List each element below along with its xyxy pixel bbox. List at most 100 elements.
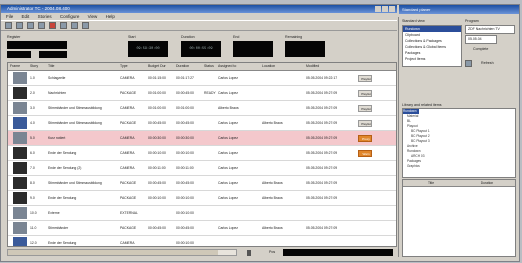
program-select[interactable]: ZDF Nachrichten TV	[465, 25, 515, 34]
status-badge[interactable]: Playlist	[358, 89, 372, 97]
col-b[interactable]	[356, 63, 376, 70]
cell-type: CAMERA	[120, 136, 135, 140]
cell-budget: 00:01:15:00	[148, 76, 166, 80]
thumbnail-image	[13, 87, 27, 99]
cell-modified: 05.05.2004 09:27:09	[306, 121, 338, 125]
date-field[interactable]: 05.05.04	[465, 35, 497, 44]
cell-type: CAMERA	[120, 76, 135, 80]
pause-icon[interactable]	[247, 250, 251, 256]
new-icon[interactable]	[5, 22, 12, 29]
col-modified[interactable]: Modified	[304, 63, 348, 70]
start-label: Start	[128, 35, 136, 39]
status-badge[interactable]: Playlist	[358, 119, 372, 127]
table-row[interactable]: 8.0 Stimmbänder und Stimmausbildung PACKAG…	[8, 176, 396, 191]
tree-label: Library and related items	[402, 103, 442, 107]
cell-location: Alberto Brava	[262, 196, 283, 200]
delete-icon[interactable]	[49, 22, 56, 29]
col-title[interactable]: Title	[403, 180, 459, 186]
cell-modified: 05.05.2004 09:27:09	[306, 151, 338, 155]
refresh-icon[interactable]	[60, 22, 67, 29]
status-badge[interactable]: Playlist	[358, 74, 372, 82]
cell-title: Stimmbänder und Stimmausbildung	[48, 106, 102, 110]
status-bar: Pos	[7, 248, 395, 258]
position-display	[283, 249, 393, 256]
cell-type: CAMERA	[120, 166, 135, 170]
table-row[interactable]: 4.0 Stimmbänder und Stimmausbildung PACKAG…	[8, 116, 396, 131]
menu-stories[interactable]: Stories	[38, 14, 52, 19]
view-list: Rundown Clipboard Collections & Packages…	[402, 25, 462, 67]
col-budget[interactable]: Budget Dur	[146, 63, 174, 70]
cell-budget: 00:00:11:00	[148, 166, 166, 170]
cell-budget: 00:00:10:00	[148, 151, 166, 155]
cell-duration: 00:00:10:00	[176, 196, 194, 200]
grid-body: 1.0 Schlagzeile CAMERA 00:01:15:00 00:01:17:…	[8, 71, 396, 246]
refresh-icon[interactable]	[465, 60, 472, 67]
status-badge[interactable]: Proxy	[358, 134, 372, 142]
col-a[interactable]	[348, 63, 356, 70]
menu-file[interactable]: File	[6, 14, 13, 19]
table-row[interactable]: 3.0 Stimmbänder und Stimmausbildung CAMERA…	[8, 101, 396, 116]
print-icon[interactable]	[38, 22, 45, 29]
cell-location: Alberto Brava	[262, 181, 283, 185]
cell-type: EXTERNAL	[120, 211, 138, 215]
settings-icon[interactable]	[71, 22, 78, 29]
table-row[interactable]: 5.0 Kurz notiert CAMERA 00:00:30:00 00:00:30…	[8, 131, 396, 146]
col-duration[interactable]: Duration	[459, 180, 515, 186]
window-title: Administrator TC - 2004.08.400	[7, 6, 70, 11]
table-row[interactable]: 9.0 Ende der Sendung PACKAGE 00:00:10:00 00:…	[8, 191, 396, 206]
cell-duration: 00:01:17:27	[176, 76, 194, 80]
cell-duration: 00:00:11:00	[176, 166, 194, 170]
table-row[interactable]: 1.0 Schlagzeile CAMERA 00:01:15:00 00:01:17:…	[8, 71, 396, 86]
menu-help[interactable]: Help	[106, 14, 115, 19]
cell-title: Ende der Sendung	[48, 241, 77, 245]
col-story[interactable]: Story	[28, 63, 46, 70]
menu-edit[interactable]: Edit	[22, 14, 30, 19]
table-row[interactable]: 12.0 Ende der Sendung CAMERA 00:00:10:00	[8, 236, 396, 246]
table-row[interactable]: 6.0 Ende der Sendung CAMERA 00:00:10:00 00:0…	[8, 146, 396, 161]
col-type[interactable]: Type	[118, 63, 146, 70]
program-label: Program	[465, 19, 479, 23]
cell-duration: 00:00:45:00	[176, 181, 194, 185]
col-title[interactable]: Title	[46, 63, 118, 70]
cell-modified: 05.05.2004 09:27:09	[306, 181, 338, 185]
save-icon[interactable]	[27, 22, 34, 29]
items-table-header: Title Duration	[403, 180, 515, 187]
thumbnail-image	[13, 117, 27, 129]
flag-cell: Warn	[356, 149, 376, 157]
open-icon[interactable]	[16, 22, 23, 29]
col-status[interactable]: Status	[202, 63, 216, 70]
cell-story: 10.0	[30, 211, 37, 215]
cell-modified: 05.05.2004 09:27:09	[306, 166, 338, 170]
register-sub-display	[7, 51, 31, 58]
cell-story: 7.0	[30, 166, 35, 170]
col-frame[interactable]: Frame	[8, 63, 28, 70]
tree-item[interactable]: Graphics	[403, 164, 515, 169]
table-row[interactable]: 7.0 Ende der Sendung (2) CAMERA 00:00:11:00…	[8, 161, 396, 176]
menu-view[interactable]: View	[88, 14, 98, 19]
status-badge[interactable]: Playlist	[358, 104, 372, 112]
window-controls	[375, 6, 395, 12]
col-location[interactable]: Location	[260, 63, 304, 70]
col-assigned[interactable]: Assigned to	[216, 63, 260, 70]
close-button[interactable]	[389, 6, 395, 12]
end-label: End	[233, 35, 240, 39]
cell-story: 8.0	[30, 181, 35, 185]
menu-configure[interactable]: Configure	[60, 14, 80, 19]
cell-duration: 00:00:30:00	[176, 136, 194, 140]
view-item-project[interactable]: Project Items	[403, 56, 461, 62]
cell-budget: 00:01:00:00	[148, 106, 166, 110]
cell-title: Stimmbänder und Stimmausbildung	[48, 121, 102, 125]
flag-cell: Playlist	[356, 89, 376, 97]
status-badge[interactable]: Warn	[358, 149, 372, 157]
maximize-button[interactable]	[382, 6, 388, 12]
cell-story: 3.0	[30, 106, 35, 110]
col-duration[interactable]: Duration	[174, 63, 202, 70]
minimize-button[interactable]	[375, 6, 381, 12]
cell-modified: 05.05.2004 09:27:09	[306, 226, 338, 230]
table-row[interactable]: 10.0 Externe EXTERNAL 00:00:10:00	[8, 206, 396, 221]
rundown-grid: Frame Story Title Type Budget Dur Durati…	[7, 62, 397, 247]
table-row[interactable]: 2.0 Nachrichten PACKAGE 00:01:00:00 00:00:45…	[8, 86, 396, 101]
table-row[interactable]: 11.0 Stimmbänder PACKAGE 00:00:45:00 00:00:4…	[8, 221, 396, 236]
thumbnail	[8, 237, 28, 246]
help-icon[interactable]	[82, 22, 89, 29]
